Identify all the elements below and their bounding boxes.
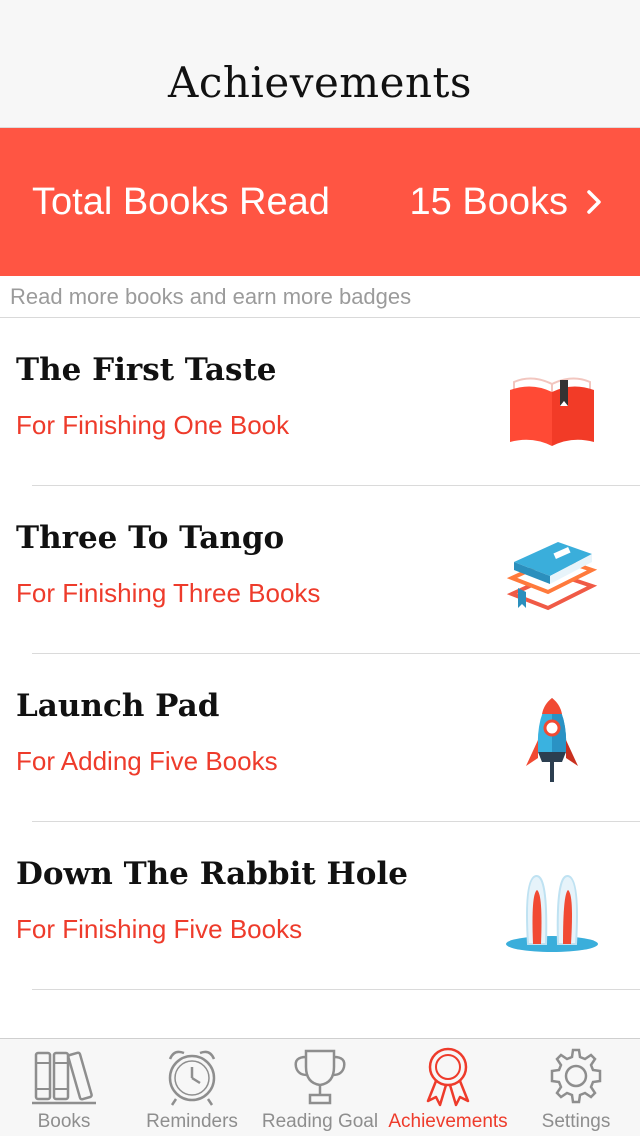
total-books-banner[interactable]: Total Books Read 15 Books [0,128,640,276]
achievement-row[interactable]: Down The Rabbit Hole For Finishing Five … [0,822,640,990]
achievement-row[interactable]: Launch Pad For Adding Five Books [0,654,640,822]
tab-label: Settings [541,1111,611,1132]
achievement-description: For Finishing Three Books [16,578,321,608]
tab-label: Reading Goal [261,1111,379,1132]
achievement-description: For Finishing One Book [16,410,290,440]
achievement-row[interactable]: Three To Tango For Finishing Three Books [0,486,640,654]
nav-bar: Achievements [0,0,640,128]
tab-label: Reminders [146,1111,238,1132]
achievement-row[interactable] [0,990,640,1038]
total-books-label: Total Books Read [32,180,330,223]
open-book-icon [510,377,594,446]
ribbon-badge-icon [426,1047,470,1107]
rabbit-ears-icon [506,875,598,952]
page-title: Achievements [168,58,472,107]
tab-books[interactable]: Books [0,1039,128,1136]
rocket-icon [526,698,578,782]
book-stack-icon [506,542,598,611]
achievement-name: Down The Rabbit Hole [16,856,408,892]
heart-icon [504,1022,600,1038]
achievement-description: For Finishing Five Books [16,914,303,944]
trophy-icon [294,1049,346,1105]
alarm-clock-icon [168,1050,216,1106]
tab-label: Achievements [388,1111,508,1132]
tab-achievements[interactable]: Achievements [384,1039,512,1136]
tab-reminders[interactable]: Reminders [128,1039,256,1136]
achievement-description: For Adding Five Books [16,746,278,776]
tab-label: Books [37,1111,91,1132]
achievement-name: Launch Pad [16,688,220,724]
achievement-name-partial [16,1020,27,1038]
achievements-list: The First Taste For Finishing One Book T… [0,318,640,1038]
achievement-row[interactable]: The First Taste For Finishing One Book [0,318,640,486]
books-icon [32,1051,96,1105]
hint-text: Read more books and earn more badges [0,276,640,318]
tab-reading-goal[interactable]: Reading Goal [256,1039,384,1136]
achievement-name: The First Taste [16,352,277,388]
gear-icon [550,1048,602,1104]
total-books-count: 15 Books [409,180,568,223]
chevron-right-icon [587,190,601,214]
tab-settings[interactable]: Settings [512,1039,640,1136]
tab-bar: Books Reminders Reading Goal Achievement… [0,1038,640,1136]
achievement-name: Three To Tango [16,520,285,556]
